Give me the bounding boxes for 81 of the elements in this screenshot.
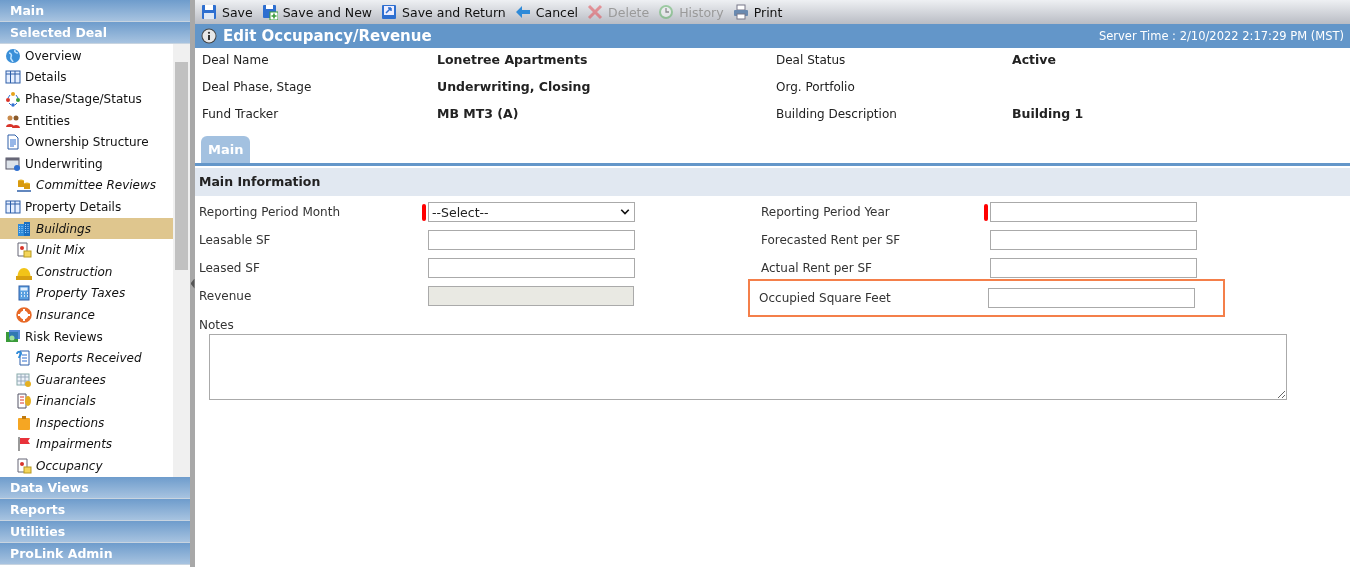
section-header: Main Information — [195, 168, 1350, 196]
nav-item[interactable]: Committee Reviews — [0, 174, 173, 197]
input-field[interactable] — [990, 202, 1197, 222]
toolbar-button[interactable]: Print — [730, 1, 788, 23]
field-label: Deal Phase, Stage — [202, 79, 313, 94]
calendar-icon — [16, 371, 32, 388]
nav-item[interactable]: Inspections — [0, 412, 173, 434]
lifebuoy-icon — [16, 306, 32, 323]
field-label: Deal Status — [776, 52, 847, 67]
calculator-icon — [16, 285, 32, 302]
printer-icon — [732, 4, 749, 20]
nav-item[interactable]: Risk Reviews — [0, 325, 173, 348]
nav-item[interactable]: Property Taxes — [0, 282, 173, 305]
nav-item[interactable]: Insurance — [0, 304, 173, 326]
field-label: Leased SF — [199, 261, 261, 275]
flag-icon — [16, 436, 32, 453]
field-label: Reporting Period Year — [761, 205, 891, 219]
field-label: Leasable SF — [199, 233, 272, 247]
input-field[interactable] — [990, 230, 1197, 250]
clock-icon — [658, 4, 675, 20]
input-field[interactable] — [988, 288, 1195, 308]
report-icon — [16, 350, 32, 367]
nav-item[interactable]: Guarantees — [0, 368, 173, 391]
cycle-icon — [5, 91, 21, 107]
nav-item[interactable]: Occupancy — [0, 455, 173, 477]
floppy-disk-plus-icon — [261, 4, 278, 20]
nav-item[interactable]: Property Details — [0, 196, 173, 218]
ledger-icon — [16, 393, 32, 410]
nav-item[interactable]: Buildings — [0, 217, 173, 240]
field-label: Revenue — [199, 289, 253, 303]
collapse-handle[interactable] — [190, 278, 195, 289]
nav-item[interactable]: Impairments — [0, 433, 173, 456]
window-icon — [5, 155, 21, 172]
field-label: Deal Name — [202, 52, 270, 67]
field-value: Lonetree Apartments — [437, 52, 589, 67]
field-label: Reporting Period Month — [199, 205, 341, 219]
table-icon — [5, 198, 21, 215]
page-title: Edit Occupancy/Revenue — [223, 27, 432, 45]
toolbar-button[interactable]: Cancel — [512, 1, 584, 23]
input-field[interactable] — [428, 230, 635, 250]
cross-icon — [587, 4, 604, 20]
input-field[interactable] — [990, 258, 1197, 278]
nav-item[interactable]: Details — [0, 66, 173, 89]
money-icon — [5, 328, 21, 345]
toolbar-button[interactable]: Save and New — [259, 1, 378, 23]
nav-item[interactable]: Entities — [0, 109, 173, 132]
field-value: Building 1 — [1012, 106, 1085, 121]
clipboard-icon — [16, 414, 32, 431]
nav-item[interactable]: Reports Received — [0, 347, 173, 369]
info-icon — [201, 28, 217, 44]
building-icon — [16, 220, 32, 237]
field-label: Actual Rent per SF — [761, 261, 873, 275]
field-label: Org. Portfolio — [776, 79, 856, 94]
document-icon — [5, 134, 21, 151]
field-value: Underwriting, Closing — [437, 79, 592, 94]
input-field[interactable] — [428, 258, 635, 278]
nav-item[interactable]: Phase/Stage/Status — [0, 88, 173, 110]
server-time: Server Time : 2/10/2022 2:17:29 PM (MST) — [1098, 29, 1344, 43]
nav-item[interactable]: Underwriting — [0, 152, 173, 175]
field-label: Building Description — [776, 106, 898, 121]
field-label: Notes — [198, 317, 235, 332]
nav-item[interactable]: Ownership Structure — [0, 131, 173, 153]
form-icon — [16, 458, 32, 475]
field-value: Active — [1012, 52, 1057, 67]
dropdown[interactable]: --Select-- — [428, 202, 635, 222]
field-label: Occupied Square Feet — [759, 291, 892, 305]
toolbar-button[interactable]: Save and Return — [379, 1, 511, 23]
nav-item[interactable]: Financials — [0, 390, 173, 413]
nav-item[interactable]: Construction — [0, 260, 173, 283]
nav-item[interactable]: Overview — [0, 45, 173, 67]
nav-item[interactable]: Unit Mix — [0, 239, 173, 261]
toolbar-button[interactable]: Save — [199, 1, 258, 23]
field-label: Fund Tracker — [202, 106, 280, 121]
field-label: Forecasted Rent per SF — [761, 233, 902, 247]
form-icon — [16, 242, 32, 259]
field-value: MB MT3 (A) — [437, 106, 520, 121]
globe-icon — [5, 47, 21, 64]
scrollbar[interactable] — [173, 44, 190, 477]
notes-field[interactable] — [209, 334, 1287, 400]
left-arrow-icon — [514, 4, 531, 20]
table-icon — [5, 69, 21, 86]
